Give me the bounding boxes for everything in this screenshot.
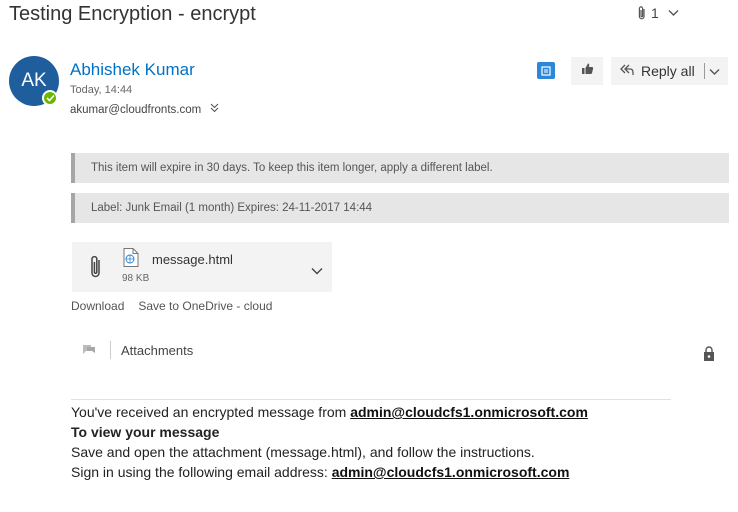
quick-reply-icon[interactable] xyxy=(80,342,98,359)
recipient-line: akumar@cloudfronts.com xyxy=(70,103,219,116)
lock-icon[interactable] xyxy=(703,346,715,367)
thumbs-up-icon xyxy=(581,62,594,80)
body-line: You've received an encrypted message fro… xyxy=(71,402,588,422)
attachment-actions: Download Save to OneDrive - cloud xyxy=(71,299,272,313)
recipient-address[interactable]: akumar@cloudfronts.com xyxy=(70,104,201,116)
body-heading: To view your message xyxy=(71,424,220,440)
sender-name[interactable]: Abhishek Kumar xyxy=(70,60,195,80)
divider xyxy=(703,63,705,79)
divider xyxy=(110,341,111,359)
like-button[interactable] xyxy=(571,57,603,85)
attachment-size: 98 KB xyxy=(122,273,150,284)
html-file-icon xyxy=(123,248,139,272)
attachment-name: message.html xyxy=(152,252,233,267)
chevron-down-icon xyxy=(668,9,679,17)
attachments-bar: Attachments xyxy=(80,341,193,359)
download-link[interactable]: Download xyxy=(71,299,124,313)
body-text: Sign in using the following email addres… xyxy=(71,464,332,480)
attachments-label: Attachments xyxy=(121,342,194,358)
email-subject: Testing Encryption - encrypt xyxy=(9,3,256,25)
attachment-menu-chevron-icon[interactable] xyxy=(311,262,323,280)
paperclip-icon xyxy=(88,254,104,285)
reply-all-button[interactable]: Reply all xyxy=(611,57,728,85)
teams-icon[interactable] xyxy=(537,62,555,79)
divider xyxy=(71,399,671,400)
attachment-card[interactable]: message.html 98 KB xyxy=(72,242,332,292)
body-text: Save and open the attachment (message.ht… xyxy=(71,444,535,460)
reply-options-chevron-icon[interactable] xyxy=(709,63,720,79)
reply-all-icon xyxy=(619,63,635,80)
reply-all-label: Reply all xyxy=(641,63,695,79)
attachment-count: 1 xyxy=(651,5,659,21)
label-notice: Label: Junk Email (1 month) Expires: 24-… xyxy=(71,193,729,223)
paperclip-icon xyxy=(636,5,648,21)
message-date: Today, 14:44 xyxy=(70,84,133,96)
attachment-count-button[interactable]: 1 xyxy=(636,5,679,21)
retention-notice: This item will expire in 30 days. To kee… xyxy=(71,153,729,183)
save-to-onedrive-link[interactable]: Save to OneDrive - cloud xyxy=(138,299,272,313)
expand-recipients-icon[interactable] xyxy=(210,103,219,116)
presence-available-icon xyxy=(42,90,58,106)
message-body: You've received an encrypted message fro… xyxy=(71,402,588,482)
avatar-initials: AK xyxy=(21,70,47,91)
signin-email-link[interactable]: admin@cloudcfs1.onmicrosoft.com xyxy=(332,464,570,480)
body-text: You've received an encrypted message fro… xyxy=(71,404,351,420)
sender-email-link[interactable]: admin@cloudcfs1.onmicrosoft.com xyxy=(350,404,588,420)
body-line: Sign in using the following email addres… xyxy=(71,462,588,482)
